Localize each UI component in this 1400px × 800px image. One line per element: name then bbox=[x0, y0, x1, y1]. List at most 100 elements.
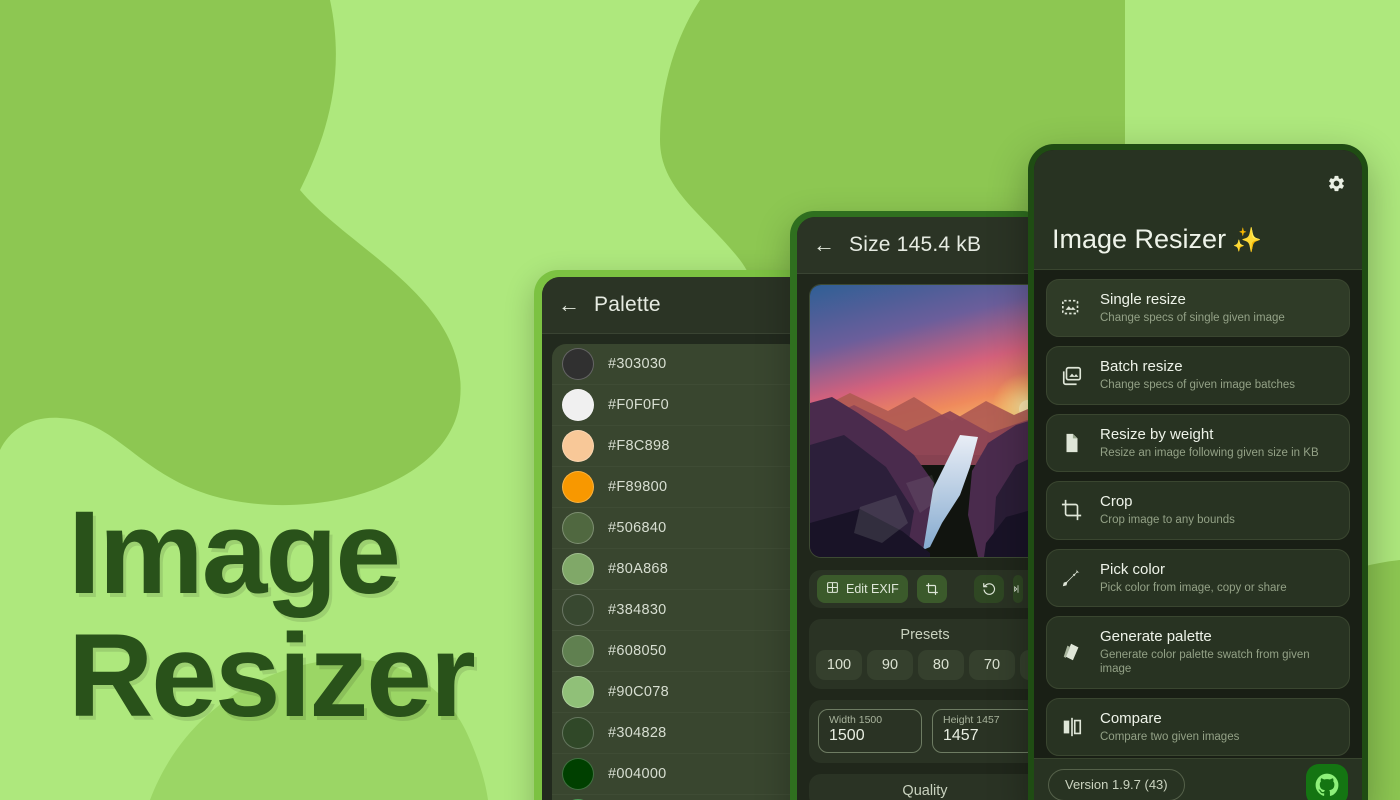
rotate-button[interactable] bbox=[973, 575, 1004, 603]
main-menu-list: Single resize Change specs of single give… bbox=[1034, 270, 1362, 758]
presets-row: 1009080706050 bbox=[809, 650, 1047, 680]
back-icon[interactable]: ← bbox=[813, 234, 835, 256]
menu-item-text: Pick color Pick color from image, copy or… bbox=[1100, 561, 1287, 595]
promo-banner: Image Resizer ← Palette #303030 #F0F0F0 #F… bbox=[0, 0, 1400, 800]
swatch-color-dot bbox=[562, 389, 594, 421]
size-body: Edit EXIF Presets 100 90 80 70 Width 150… bbox=[797, 274, 1047, 800]
palette-list: #303030 #F0F0F0 #F8C898 #F89800 #506840 #80A8… bbox=[552, 344, 802, 800]
palette-swatch-icon bbox=[1059, 641, 1085, 663]
swatch-color-dot bbox=[562, 430, 594, 462]
version-label: Version 1.9.7 (43) bbox=[1065, 777, 1168, 792]
edit-exif-label: Edit EXIF bbox=[846, 582, 899, 596]
flip-icon bbox=[1014, 585, 1019, 593]
swatch-hex-label: #004000 bbox=[608, 766, 667, 782]
github-button[interactable] bbox=[1306, 763, 1348, 800]
palette-swatch-row[interactable]: #303030 bbox=[552, 344, 802, 385]
crop-icon bbox=[925, 583, 938, 595]
menu-item-title: Pick color bbox=[1100, 560, 1166, 578]
menu-item-single-resize[interactable]: Single resize Change specs of single give… bbox=[1046, 279, 1350, 338]
single-image-resize-icon bbox=[1059, 297, 1085, 319]
menu-item-batch-resize[interactable]: Batch resize Change specs of given image … bbox=[1046, 346, 1350, 405]
menu-item-subtitle: Compare two given images bbox=[1100, 730, 1240, 743]
width-field[interactable]: Width 1500 1500 bbox=[818, 709, 922, 753]
menu-item-subtitle: Pick color from image, copy or share bbox=[1100, 581, 1287, 594]
height-value: 1457 bbox=[943, 727, 979, 744]
eyedropper-icon bbox=[1059, 567, 1085, 589]
batch-images-icon bbox=[1059, 365, 1085, 387]
swatch-color-dot bbox=[562, 471, 594, 503]
menu-item-text: Compare Compare two given images bbox=[1100, 710, 1239, 744]
palette-swatch-row[interactable]: #F8C898 bbox=[552, 426, 802, 467]
menu-item-title: Compare bbox=[1100, 709, 1162, 727]
size-phone-mockup: ← Size 145.4 kB Edit EXIF Presets 100 90… bbox=[790, 211, 1047, 800]
menu-item-subtitle: Change specs of given image batches bbox=[1100, 379, 1295, 392]
swatch-color-dot bbox=[562, 758, 594, 790]
sparkles-icon: ✨ bbox=[1232, 227, 1262, 254]
swatch-hex-label: #506840 bbox=[608, 520, 667, 536]
palette-screen: ← Palette #303030 #F0F0F0 #F8C898 #F89800 #5… bbox=[542, 277, 812, 800]
rotate-ccw-icon bbox=[982, 583, 995, 595]
height-label: Height 1457 bbox=[943, 714, 1000, 726]
height-field[interactable]: Height 1457 1457 bbox=[932, 709, 1036, 753]
presets-caption: Presets bbox=[900, 627, 950, 643]
hero-title: Image Resizer bbox=[68, 487, 476, 742]
width-label: Width 1500 bbox=[829, 714, 883, 726]
palette-swatch-row[interactable]: #F0F0F0 bbox=[552, 385, 802, 426]
menu-item-crop[interactable]: Crop Crop image to any bounds bbox=[1046, 481, 1350, 540]
image-preview[interactable] bbox=[809, 284, 1043, 558]
github-icon bbox=[1315, 773, 1339, 796]
main-header: Image Resizer ✨ bbox=[1034, 150, 1362, 270]
palette-swatch-row[interactable]: #80A868 bbox=[552, 549, 802, 590]
palette-swatch-row[interactable]: #304828 bbox=[552, 713, 802, 754]
flip-button[interactable] bbox=[1012, 575, 1023, 603]
swatch-color-dot bbox=[562, 512, 594, 544]
menu-item-compare[interactable]: Compare Compare two given images bbox=[1046, 697, 1350, 756]
gear-icon[interactable] bbox=[1327, 174, 1346, 198]
palette-title: Palette bbox=[594, 293, 661, 316]
menu-item-subtitle: Resize an image following given size in … bbox=[1100, 446, 1319, 459]
menu-item-title: Single resize bbox=[1100, 291, 1186, 308]
swatch-color-dot bbox=[562, 635, 594, 667]
palette-swatch-row[interactable]: #506840 bbox=[552, 508, 802, 549]
swatch-color-dot bbox=[562, 348, 594, 380]
gear-glyph bbox=[1329, 175, 1344, 192]
menu-item-pick-color[interactable]: Pick color Pick color from image, copy or… bbox=[1046, 548, 1350, 607]
swatch-hex-label: #F89800 bbox=[608, 479, 668, 495]
palette-swatch-row[interactable]: #F89800 bbox=[552, 467, 802, 508]
swatch-hex-label: #80A868 bbox=[608, 561, 669, 577]
swatch-color-dot bbox=[562, 717, 594, 749]
compare-icon bbox=[1059, 716, 1085, 738]
preset-chip[interactable]: 70 bbox=[969, 650, 1015, 680]
crop-icon bbox=[1059, 499, 1085, 521]
swatch-hex-label: #F0F0F0 bbox=[608, 397, 669, 413]
grid-icon bbox=[826, 581, 839, 597]
swatch-hex-label: #F8C898 bbox=[608, 438, 670, 454]
back-icon[interactable]: ← bbox=[558, 294, 580, 316]
palette-body: #303030 #F0F0F0 #F8C898 #F89800 #506840 #80A8… bbox=[542, 334, 812, 800]
palette-swatch-row[interactable]: #004000 bbox=[552, 754, 802, 795]
palette-appbar: ← Palette bbox=[542, 277, 812, 334]
menu-item-text: Batch resize Change specs of given image … bbox=[1100, 358, 1295, 392]
menu-item-resize-by-weight[interactable]: Resize by weight Resize an image followin… bbox=[1046, 413, 1350, 473]
preset-chip[interactable]: 90 bbox=[867, 650, 913, 680]
menu-item-title: Batch resize bbox=[1100, 358, 1183, 376]
palette-swatch-row[interactable]: #608050 bbox=[552, 631, 802, 672]
size-title: Size 145.4 kB bbox=[849, 233, 982, 256]
menu-item-subtitle: Generate color palette swatch from given… bbox=[1100, 648, 1310, 676]
preset-chip[interactable]: 100 bbox=[816, 650, 862, 680]
quality-panel: Quality bbox=[809, 774, 1041, 800]
edit-exif-button[interactable]: Edit EXIF bbox=[817, 575, 908, 603]
menu-item-generate-palette[interactable]: Generate palette Generate color palette s… bbox=[1046, 615, 1350, 689]
version-badge[interactable]: Version 1.9.7 (43) bbox=[1048, 768, 1185, 800]
palette-swatch-row[interactable]: #108020 bbox=[552, 795, 802, 800]
image-toolbar: Edit EXIF bbox=[809, 570, 1041, 608]
file-icon bbox=[1059, 432, 1085, 454]
crop-button[interactable] bbox=[916, 575, 947, 603]
swatch-color-dot bbox=[562, 594, 594, 626]
palette-swatch-row[interactable]: #90C078 bbox=[552, 672, 802, 713]
swatch-hex-label: #608050 bbox=[608, 643, 667, 659]
preset-chip[interactable]: 80 bbox=[918, 650, 964, 680]
main-footer: Version 1.9.7 (43) bbox=[1034, 758, 1362, 800]
palette-phone-mockup: ← Palette #303030 #F0F0F0 #F8C898 #F89800 #5… bbox=[534, 270, 812, 800]
palette-swatch-row[interactable]: #384830 bbox=[552, 590, 802, 631]
